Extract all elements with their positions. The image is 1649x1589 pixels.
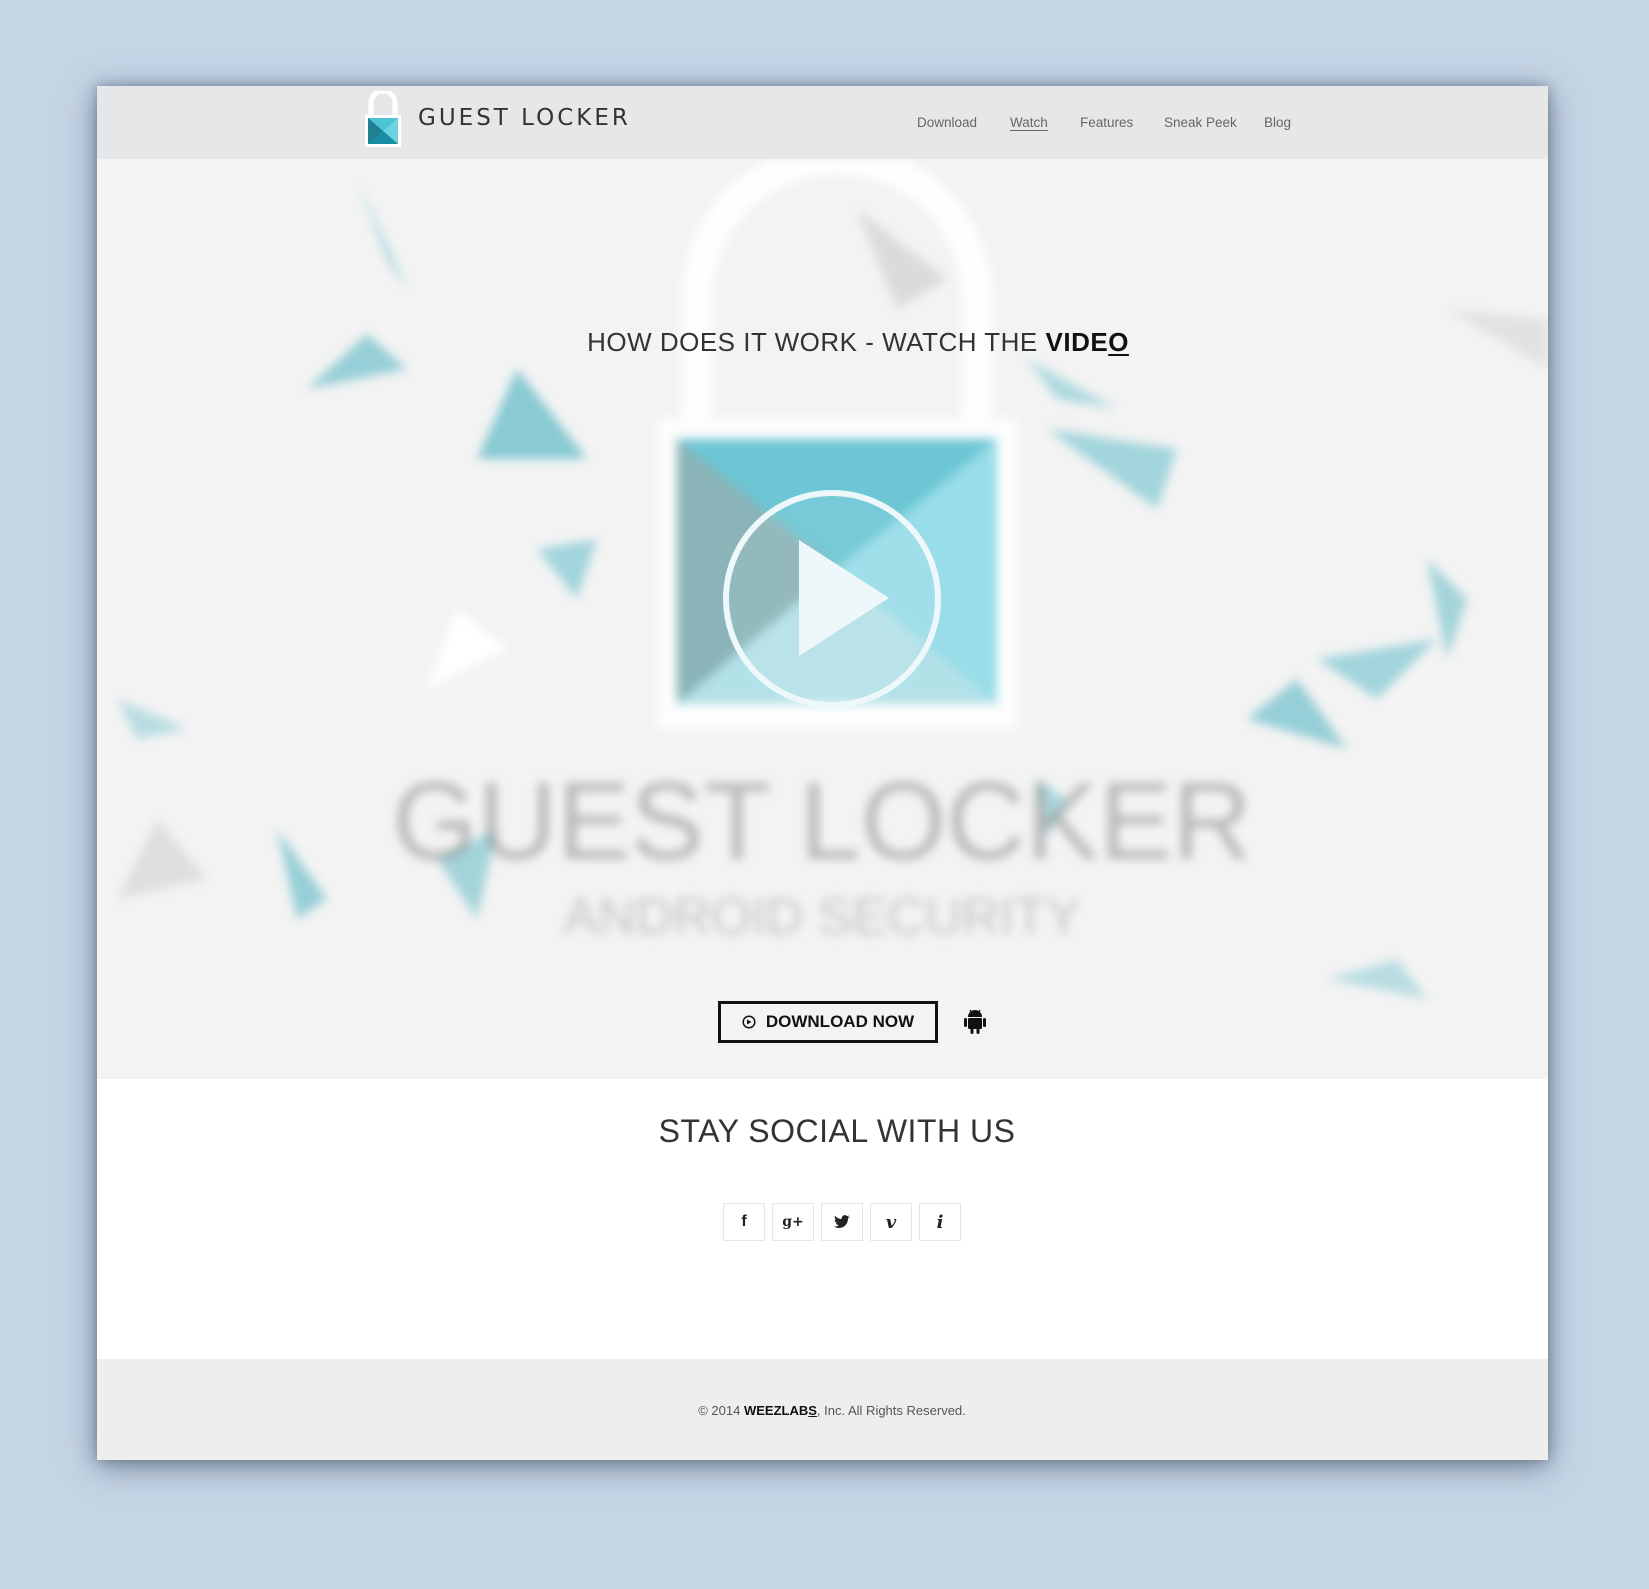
twitter-button[interactable]	[821, 1203, 863, 1241]
facebook-icon: f	[741, 1213, 747, 1230]
company-name-b: S	[808, 1403, 817, 1418]
nav-watch[interactable]: Watch	[1010, 115, 1048, 130]
hero-section: GUEST LOCKER ANDROID SECURITY HOW DOES I…	[97, 159, 1548, 1079]
facebook-button[interactable]: f	[723, 1203, 765, 1241]
google-plus-icon: g+	[782, 1214, 804, 1230]
copyright-suffix: , Inc. All Rights Reserved.	[816, 1403, 966, 1418]
company-name-a: WEEZLAB	[743, 1403, 809, 1418]
hero-title: HOW DOES IT WORK - WATCH THE VIDEO	[97, 327, 1548, 358]
hero-title-text: HOW DOES IT WORK - WATCH THE	[587, 327, 1046, 357]
hero-title-emphasis-b: O	[1108, 327, 1129, 357]
svg-text:GUEST LOCKER: GUEST LOCKER	[392, 760, 1252, 883]
hero-title-emphasis[interactable]: VIDEO	[1046, 327, 1129, 357]
vimeo-icon: v	[885, 1211, 897, 1233]
brand-name[interactable]: GUEST LOCKER	[418, 105, 631, 131]
nav-sneak-peek[interactable]: Sneak Peek	[1164, 115, 1237, 130]
social-section: STAY SOCIAL WITH US f g+ v i	[97, 1079, 1548, 1359]
footer: © 2014 WEEZLABS, Inc. All Rights Reserve…	[97, 1359, 1548, 1460]
copyright-prefix: © 2014	[698, 1403, 744, 1418]
circle-arrow-right-icon	[742, 1015, 756, 1029]
vimeo-button[interactable]: v	[870, 1203, 912, 1241]
download-now-label: DOWNLOAD NOW	[765, 1012, 915, 1031]
social-heading: STAY SOCIAL WITH US	[658, 1113, 1016, 1149]
info-button[interactable]: i	[919, 1203, 961, 1241]
nav-download[interactable]: Download	[917, 115, 977, 130]
android-icon[interactable]	[963, 1008, 987, 1036]
info-icon: i	[936, 1211, 944, 1233]
padlock-logo-icon[interactable]	[363, 91, 403, 149]
hero-title-emphasis-a: VIDE	[1045, 327, 1109, 357]
twitter-icon	[834, 1215, 850, 1228]
play-video-icon[interactable]	[717, 484, 947, 714]
download-now-button[interactable]: DOWNLOAD NOW	[718, 1001, 938, 1043]
google-plus-button[interactable]: g+	[772, 1203, 814, 1241]
top-navbar: GUEST LOCKER Download Watch Features Sne…	[97, 86, 1548, 159]
svg-text:ANDROID SECURITY: ANDROID SECURITY	[563, 888, 1080, 946]
copyright-text: © 2014 WEEZLABS, Inc. All Rights Reserve…	[97, 1403, 1548, 1418]
company-link[interactable]: WEEZLABS	[744, 1403, 817, 1418]
nav-blog[interactable]: Blog	[1264, 115, 1291, 130]
browser-page: GUEST LOCKER Download Watch Features Sne…	[97, 86, 1548, 1460]
nav-features[interactable]: Features	[1080, 115, 1133, 130]
